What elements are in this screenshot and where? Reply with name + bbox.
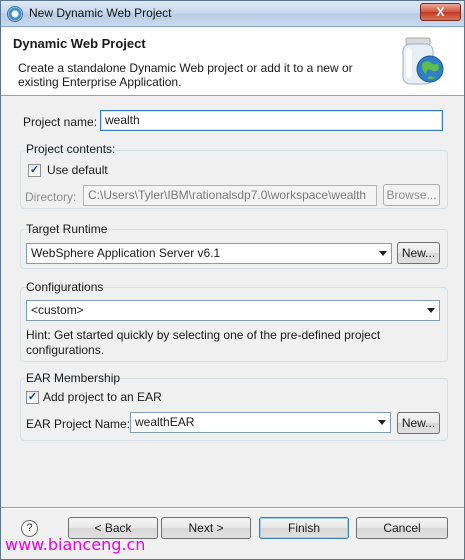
directory-input[interactable]: C:\Users\Tyler\IBM\rationalsdp7.0\worksp… (83, 185, 377, 206)
ear-project-name-label: EAR Project Name: (26, 417, 131, 431)
target-runtime-value: WebSphere Application Server v6.1 (31, 246, 221, 260)
finish-button[interactable]: Finish (259, 517, 349, 539)
footer-separator (1, 507, 464, 509)
ear-membership-title: EAR Membership (26, 371, 121, 385)
use-default-label: Use default (47, 163, 108, 177)
page-description: Create a standalone Dynamic Web project … (18, 61, 353, 89)
target-runtime-select[interactable]: WebSphere Application Server v6.1 (26, 243, 392, 264)
watermark-text: www.bianceng.cn (5, 535, 146, 554)
eclipse-app-icon (7, 6, 23, 22)
chevron-down-icon (379, 251, 387, 256)
title-bar[interactable]: New Dynamic Web Project X (1, 1, 464, 27)
cancel-button[interactable]: Cancel (356, 517, 448, 539)
chevron-down-icon (378, 420, 386, 425)
configurations-title: Configurations (26, 280, 104, 294)
ear-project-name-value: wealthEAR (135, 415, 195, 429)
target-runtime-title: Target Runtime (26, 222, 108, 236)
new-runtime-button[interactable]: New... (397, 242, 440, 264)
window-title: New Dynamic Web Project (29, 6, 172, 20)
configurations-value: <custom> (31, 303, 84, 317)
wizard-header: Dynamic Web Project Create a standalone … (1, 28, 464, 96)
configurations-select[interactable]: <custom> (26, 300, 440, 321)
chevron-down-icon (427, 308, 435, 313)
close-button[interactable]: X (420, 3, 461, 21)
project-name-input[interactable]: wealth (100, 110, 443, 131)
add-to-ear-checkbox[interactable]: ✓ (26, 391, 39, 404)
directory-label: Directory: (25, 190, 77, 204)
ear-project-name-select[interactable]: wealthEAR (130, 412, 391, 433)
project-contents-title: Project contents: (26, 142, 116, 156)
project-name-label: Project name: (23, 115, 98, 129)
new-ear-button[interactable]: New... (397, 412, 440, 434)
next-button[interactable]: Next > (161, 517, 251, 539)
browse-button[interactable]: Browse... (383, 184, 440, 206)
add-to-ear-label: Add project to an EAR (43, 390, 162, 404)
configurations-hint: Hint: Get started quickly by selecting o… (26, 328, 381, 357)
use-default-checkbox[interactable]: ✓ (28, 164, 41, 177)
jar-globe-icon (402, 37, 444, 85)
page-title: Dynamic Web Project (13, 36, 146, 51)
dialog-window: New Dynamic Web Project X Dynamic Web Pr… (0, 0, 465, 560)
